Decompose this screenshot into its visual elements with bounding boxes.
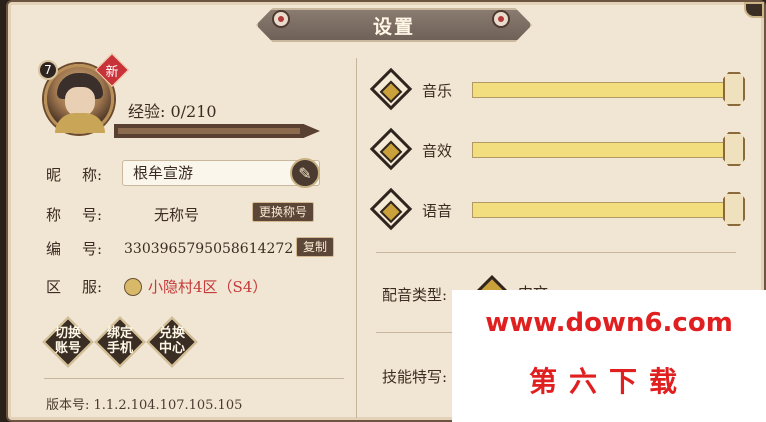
music-slider-fill: [473, 83, 733, 97]
sfx-icon: [369, 127, 413, 171]
skill-closeup-label: 技能特写:: [382, 368, 448, 386]
exp-bar: [114, 124, 320, 138]
voice-slider[interactable]: [472, 202, 734, 218]
watermark-url: www.down6.com: [485, 308, 733, 338]
title-value: 无称号: [154, 206, 200, 224]
server-label: 区服:: [46, 278, 103, 296]
page-title: 设置: [372, 15, 415, 38]
copy-button[interactable]: 复制: [296, 237, 335, 257]
voice-type-label: 配音类型:: [382, 286, 448, 304]
title-row: 称号: 无称号: [46, 204, 199, 225]
music-slider[interactable]: [472, 82, 734, 98]
bind-phone-button[interactable]: 绑定 手机: [94, 316, 146, 368]
id-label: 编号:: [46, 240, 103, 258]
level-badge: 7: [38, 60, 58, 80]
change-title-button[interactable]: 更换称号: [252, 202, 315, 222]
close-button[interactable]: [744, 2, 764, 18]
voice-label: 语音: [422, 202, 453, 220]
switch-account-button[interactable]: 切换 账号: [42, 316, 94, 368]
edit-name-button[interactable]: ✎: [290, 158, 320, 188]
avatar-body: [55, 113, 105, 133]
divider: [44, 378, 344, 379]
nickname-label: 昵称:: [46, 166, 103, 184]
pen-icon: ✎: [298, 163, 312, 183]
redeem-center-button[interactable]: 兑换 中心: [146, 316, 198, 368]
bind-phone-label: 绑定 手机: [106, 326, 133, 356]
music-icon: [369, 67, 413, 111]
title-label: 称号:: [46, 206, 103, 224]
id-value: 3303965795058614272: [124, 240, 294, 257]
sfx-volume-row: 音效: [368, 127, 752, 171]
redeem-center-label: 兑换 中心: [158, 326, 185, 356]
voice-icon: [369, 187, 413, 231]
column-divider: [356, 58, 357, 418]
watermark-name: 第六下载: [528, 365, 689, 398]
server-icon: [124, 277, 142, 296]
music-slider-handle[interactable]: [723, 72, 745, 106]
sfx-slider[interactable]: [472, 142, 734, 158]
music-volume-row: 音乐: [368, 67, 752, 111]
nickname-row: 昵称:: [46, 164, 124, 185]
voice-volume-row: 语音: [368, 187, 752, 231]
profile-section: 7 新 经验: 0/210 昵称: 根牟宣游 ✎ 称号: 无称号 更换称号 编号…: [26, 53, 344, 413]
sfx-slider-fill: [473, 143, 733, 157]
divider-right-1: [376, 252, 736, 253]
sfx-label: 音效: [422, 142, 453, 160]
watermark: www.down6.com 第六下载: [452, 290, 766, 422]
ornament-left-icon: [272, 10, 290, 28]
new-badge-label: 新: [105, 64, 119, 80]
version-label: 版本号: 1.1.2.104.107.105.105: [46, 398, 243, 413]
voice-slider-handle[interactable]: [723, 192, 745, 226]
voice-slider-fill: [473, 203, 733, 217]
ornament-right-icon: [492, 10, 510, 28]
exp-label: 经验: 0/210: [128, 102, 217, 121]
server-row: 区服: 小隐村4区（S4）: [46, 276, 267, 297]
switch-account-label: 切换 账号: [54, 326, 81, 356]
music-label: 音乐: [422, 82, 453, 100]
sfx-slider-handle[interactable]: [723, 132, 745, 166]
title-banner: 设置: [256, 8, 532, 42]
id-row: 编号: 3303965795058614272: [46, 238, 293, 259]
server-value: 小隐村4区（S4）: [148, 278, 268, 296]
